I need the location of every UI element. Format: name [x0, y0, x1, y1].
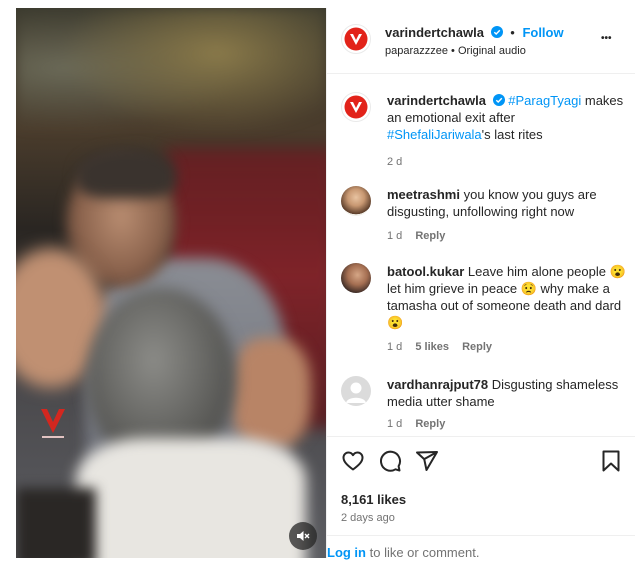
- bookmark-icon[interactable]: [599, 449, 623, 473]
- comment-meta: 1 d Reply: [387, 418, 455, 430]
- brand-logo-icon: [344, 27, 368, 51]
- video-foreground-shirt: [76, 438, 306, 558]
- likes-count[interactable]: 8,161 likes: [341, 492, 406, 507]
- separator-dot: •: [510, 25, 515, 40]
- login-prompt-text: to like or comment.: [366, 545, 480, 560]
- comment-timestamp[interactable]: 1 d: [387, 341, 402, 353]
- more-options-button[interactable]: •••: [601, 30, 621, 46]
- caption-timestamp[interactable]: 2 d: [387, 156, 402, 168]
- share-icon[interactable]: [415, 449, 439, 473]
- channel-watermark-icon: [41, 409, 65, 438]
- video-shadow: [16, 488, 96, 558]
- post-timestamp[interactable]: 2 days ago: [341, 512, 395, 524]
- verified-badge-icon: [492, 94, 505, 106]
- verified-badge-icon: [490, 26, 503, 38]
- comment-item: vardhanrajput78 Disgusting shameless med…: [327, 376, 635, 436]
- commenter-avatar[interactable]: [341, 263, 371, 293]
- reply-button[interactable]: Reply: [415, 230, 445, 242]
- caption: varindertchawla #ParagTyagi makes an emo…: [327, 92, 635, 172]
- commenter-username[interactable]: batool.kukar: [387, 264, 464, 279]
- video-background-lights: [16, 8, 326, 158]
- commenter-username[interactable]: meetrashmi: [387, 187, 460, 202]
- post-details-panel: varindertchawla • Follow paparazzzee • O…: [326, 8, 635, 560]
- reply-button[interactable]: Reply: [415, 418, 445, 430]
- follow-button[interactable]: Follow: [522, 25, 563, 40]
- comment-text: batool.kukar Leave him alone people 😮 le…: [387, 263, 627, 331]
- video-person-arm: [231, 338, 311, 448]
- mute-button[interactable]: [289, 522, 317, 550]
- commenter-avatar[interactable]: [341, 186, 371, 216]
- video-person-hair: [76, 148, 176, 198]
- caption-body-end: 's last rites: [481, 127, 543, 142]
- comment-item: meetrashmi you know you guys are disgust…: [327, 186, 635, 246]
- commenter-avatar[interactable]: [341, 376, 371, 406]
- comment-item: batool.kukar Leave him alone people 😮 le…: [327, 263, 635, 358]
- heart-icon[interactable]: [341, 449, 365, 473]
- reply-button[interactable]: Reply: [462, 341, 492, 353]
- more-icon: •••: [601, 33, 612, 44]
- post-actions: 8,161 likes 2 days ago Log in to like or…: [327, 436, 635, 560]
- header-title-row: varindertchawla • Follow: [385, 25, 564, 40]
- hashtag-link[interactable]: #ShefaliJariwala: [387, 127, 482, 142]
- audio-subline[interactable]: paparazzzee • Original audio: [385, 45, 526, 57]
- author-username[interactable]: varindertchawla: [385, 25, 484, 40]
- login-prompt: Log in to like or comment.: [327, 535, 635, 560]
- comment-timestamp[interactable]: 1 d: [387, 418, 402, 430]
- comment-timestamp[interactable]: 1 d: [387, 230, 402, 242]
- caption-text: varindertchawla #ParagTyagi makes an emo…: [387, 92, 627, 143]
- caption-author-avatar[interactable]: [341, 92, 371, 122]
- comments-list[interactable]: varindertchawla #ParagTyagi makes an emo…: [327, 74, 635, 436]
- default-avatar-icon: [346, 382, 366, 403]
- login-link[interactable]: Log in: [327, 545, 366, 560]
- author-avatar[interactable]: [341, 24, 371, 54]
- comment-meta: 1 d Reply: [387, 230, 455, 242]
- comment-likes[interactable]: 5 likes: [415, 341, 449, 353]
- speaker-muted-icon: [297, 531, 310, 541]
- comment-meta: 1 d 5 likes Reply: [387, 341, 502, 353]
- post-header: varindertchawla • Follow paparazzzee • O…: [327, 8, 635, 74]
- commenter-username[interactable]: vardhanrajput78: [387, 377, 488, 392]
- comment-text: meetrashmi you know you guys are disgust…: [387, 186, 627, 220]
- caption-username[interactable]: varindertchawla: [387, 93, 486, 108]
- caption-meta: 2 d: [387, 156, 412, 168]
- comment-text: vardhanrajput78 Disgusting shameless med…: [387, 376, 627, 410]
- brand-logo-icon: [344, 95, 368, 119]
- comment-icon[interactable]: [378, 449, 402, 473]
- post-video[interactable]: [16, 8, 326, 558]
- hashtag-link[interactable]: #ParagTyagi: [508, 93, 581, 108]
